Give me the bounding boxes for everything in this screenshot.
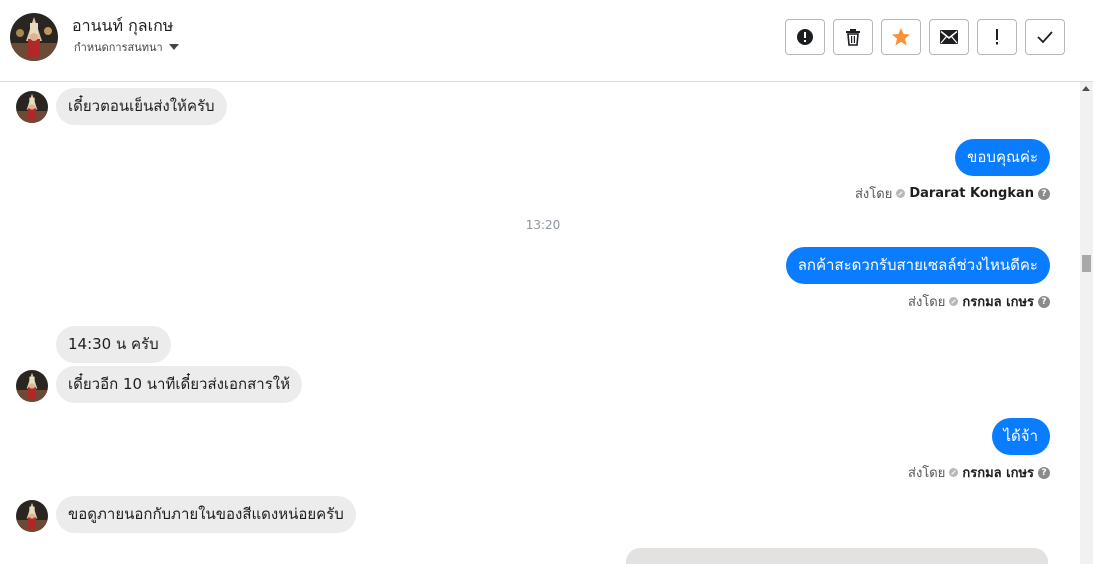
contact-name[interactable]: อานนท์ กุลเกษ — [72, 14, 173, 39]
exclamation-circle-icon — [797, 29, 813, 45]
exclamation-icon — [996, 29, 998, 45]
sender-name[interactable]: กรกมล เกษร — [962, 462, 1034, 483]
help-icon[interactable]: ? — [1038, 187, 1050, 200]
sender-name[interactable]: กรกมล เกษร — [962, 291, 1034, 312]
image-attachment[interactable] — [626, 548, 1048, 564]
scrollbar[interactable] — [1080, 82, 1093, 564]
mark-spam-button[interactable] — [785, 19, 825, 55]
help-icon[interactable]: ? — [1038, 295, 1050, 308]
incoming-message[interactable]: เดี๋ยวตอนเย็นส่งให้ครับ — [56, 88, 227, 125]
outgoing-message[interactable]: ขอบคุณค่ะ — [955, 139, 1050, 176]
scroll-thumb[interactable] — [1082, 255, 1091, 272]
incoming-message[interactable]: เดี๋ยวอีก 10 นาทีเดี๋ยวส่งเอกสารให้ — [56, 366, 302, 403]
sent-by-info: ส่งโดย กรกมล เกษร ? — [908, 291, 1050, 312]
verified-icon — [949, 468, 959, 477]
sender-name[interactable]: Dararat Kongkan — [909, 186, 1034, 201]
verified-icon — [949, 297, 959, 306]
sender-avatar[interactable] — [16, 91, 48, 123]
outgoing-message[interactable]: ลกค้าสะดวกรับสายเซลล์ช่วงไหนดีคะ — [785, 247, 1050, 284]
checkmark-icon — [1037, 31, 1053, 44]
mark-done-button[interactable] — [1025, 19, 1065, 55]
sent-by-label: ส่งโดย — [908, 295, 946, 310]
sent-by-info: ส่งโดย กรกมล เกษร ? — [908, 462, 1050, 483]
mark-unread-button[interactable] — [929, 19, 969, 55]
delete-button[interactable] — [833, 19, 873, 55]
assign-label: กำหนดการสนทนา — [74, 41, 163, 54]
follow-up-button[interactable] — [977, 19, 1017, 55]
caret-down-icon — [168, 44, 179, 50]
incoming-message[interactable]: 14:30 น ครับ — [56, 326, 171, 363]
header-actions — [785, 19, 1065, 55]
assign-conversation-dropdown[interactable]: กำหนดการสนทนา — [74, 38, 179, 56]
contact-avatar[interactable] — [10, 13, 58, 61]
verified-icon — [896, 189, 906, 198]
outgoing-message[interactable]: ได้จ้า — [991, 418, 1050, 455]
star-icon — [892, 28, 910, 46]
star-button[interactable] — [881, 19, 921, 55]
scroll-up-arrow-icon[interactable] — [1082, 86, 1090, 91]
timestamp-divider: 13:20 — [525, 218, 561, 232]
message-thread[interactable]: เดี๋ยวตอนเย็นส่งให้ครับ ขอบคุณค่ะ ส่งโดย… — [0, 82, 1080, 564]
conversation-header: อานนท์ กุลเกษ กำหนดการสนทนา — [0, 0, 1093, 82]
sent-by-label: ส่งโดย — [854, 187, 893, 202]
sender-avatar[interactable] — [16, 370, 48, 402]
sent-by-label: ส่งโดย — [908, 466, 946, 481]
envelope-icon — [940, 30, 958, 44]
sent-by-info: ส่งโดย Dararat Kongkan ? — [855, 183, 1050, 204]
sender-avatar[interactable] — [16, 500, 48, 532]
help-icon[interactable]: ? — [1038, 466, 1050, 479]
trash-icon — [846, 29, 860, 46]
incoming-message[interactable]: ขอดูภายนอกกับภายในของสีแดงหน่อยครับ — [56, 496, 356, 533]
